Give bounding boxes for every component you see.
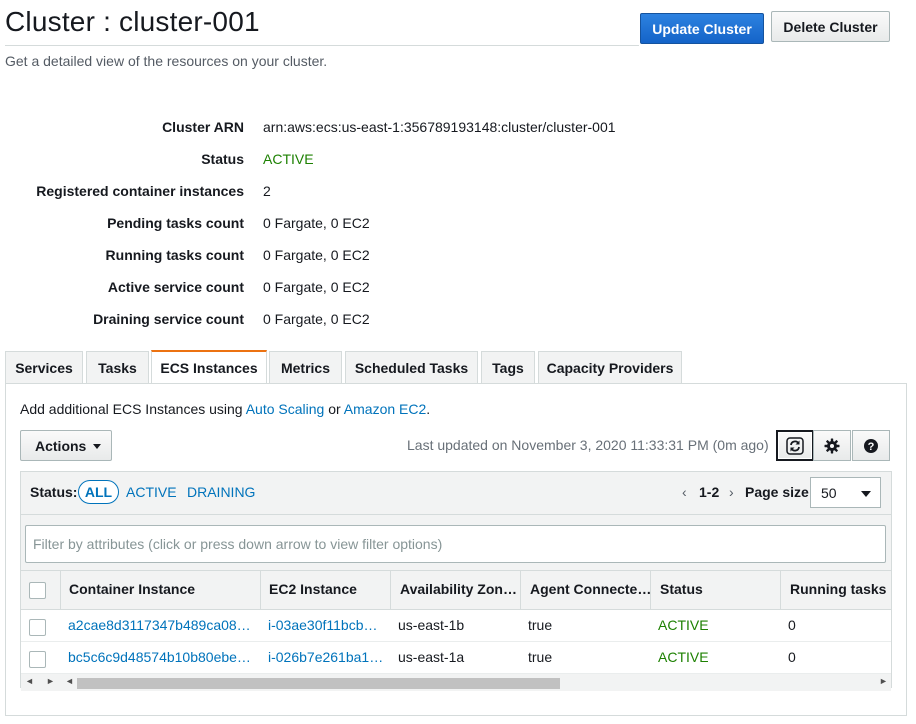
status-filter-active[interactable]: ACTIVE	[126, 484, 177, 500]
agent-connected-cell: true	[528, 617, 553, 633]
detail-value-active-services: 0 Fargate, 0 EC2	[263, 279, 370, 295]
column-header-running-tasks[interactable]: Running tasks c	[790, 581, 890, 597]
running-tasks-cell: 0	[788, 617, 796, 633]
page-title: Cluster : cluster-001	[5, 6, 260, 37]
column-divider	[390, 571, 391, 609]
scroll-right-icon[interactable]: ►	[46, 676, 55, 686]
settings-button[interactable]	[813, 430, 851, 461]
status-filter-all[interactable]: ALL	[78, 480, 119, 504]
header-divider	[5, 45, 639, 46]
agent-connected-cell: true	[528, 649, 553, 665]
tab-ecs-instances[interactable]: ECS Instances	[151, 350, 267, 384]
actions-dropdown[interactable]: Actions	[20, 430, 112, 461]
column-header-container-instance[interactable]: Container Instance	[69, 581, 195, 597]
detail-label: Running tasks count	[105, 247, 244, 263]
info-suffix: .	[426, 401, 431, 417]
page-size-value: 50	[821, 484, 837, 501]
detail-label: Pending tasks count	[107, 215, 244, 231]
column-divider	[650, 571, 651, 609]
detail-value-registered-instances: 2	[263, 183, 271, 199]
actions-label: Actions	[35, 437, 87, 454]
help-button[interactable]: ?	[852, 430, 890, 461]
pager-prev-icon[interactable]: ‹	[682, 484, 687, 500]
tab-tags[interactable]: Tags	[481, 351, 535, 383]
row-checkbox[interactable]	[29, 619, 46, 636]
status-cell: ACTIVE	[658, 649, 709, 665]
detail-value-draining-services: 0 Fargate, 0 EC2	[263, 311, 370, 327]
pager-range-text: 1-2	[699, 484, 720, 500]
update-cluster-button[interactable]: Update Cluster	[640, 13, 764, 44]
column-divider	[60, 571, 61, 609]
refresh-button[interactable]	[776, 430, 814, 461]
column-divider	[260, 571, 261, 609]
tab-capacity-providers[interactable]: Capacity Providers	[538, 351, 682, 383]
column-header-ec2-instance[interactable]: EC2 Instance	[269, 581, 357, 597]
detail-label: Draining service count	[93, 311, 244, 327]
scroll-left-icon[interactable]: ◄	[25, 676, 34, 686]
status-cell: ACTIVE	[658, 617, 709, 633]
filter-input[interactable]: Filter by attributes (click or press dow…	[25, 525, 886, 563]
column-divider	[520, 571, 521, 609]
refresh-icon	[786, 436, 804, 455]
status-filter-draining[interactable]: DRAINING	[187, 484, 255, 500]
detail-label: Registered container instances	[36, 183, 244, 199]
pager-range: 1-2	[699, 484, 719, 500]
pager-next-icon[interactable]: ›	[729, 484, 734, 500]
tab-metrics[interactable]: Metrics	[269, 351, 342, 383]
ec2-instance-link[interactable]: i-026b7e261ba1…	[268, 649, 383, 665]
running-tasks-cell: 0	[788, 649, 796, 665]
column-header-agent-connected[interactable]: Agent Connecte…	[530, 581, 651, 597]
detail-label: Status	[201, 151, 244, 167]
tab-scheduled-tasks[interactable]: Scheduled Tasks	[345, 351, 478, 383]
page-size-select[interactable]: 50	[810, 477, 881, 508]
last-updated-text: Last updated on November 3, 2020 11:33:3…	[407, 437, 769, 453]
tab-tasks[interactable]: Tasks	[86, 351, 149, 383]
column-divider	[780, 571, 781, 609]
detail-value-pending-tasks: 0 Fargate, 0 EC2	[263, 215, 370, 231]
help-icon: ?	[864, 438, 878, 453]
availability-zone-cell: us-east-1a	[398, 649, 465, 665]
info-text: Add additional ECS Instances using Auto …	[20, 401, 430, 417]
svg-text:?: ?	[868, 441, 875, 453]
scroll-right-icon[interactable]: ►	[879, 676, 888, 686]
scrollbar-thumb[interactable]	[77, 678, 560, 689]
availability-zone-cell: us-east-1b	[398, 617, 465, 633]
detail-value-arn: arn:aws:ecs:us-east-1:356789193148:clust…	[263, 119, 616, 135]
column-header-availability-zone[interactable]: Availability Zon…	[400, 581, 517, 597]
detail-label: Active service count	[107, 279, 244, 295]
detail-value-running-tasks: 0 Fargate, 0 EC2	[263, 247, 370, 263]
auto-scaling-link[interactable]: Auto Scaling	[246, 401, 325, 417]
gear-icon	[824, 438, 840, 453]
container-instance-link[interactable]: a2cae8d3117347b489ca08…	[68, 617, 251, 633]
divider	[21, 514, 891, 515]
delete-cluster-button[interactable]: Delete Cluster	[771, 11, 890, 42]
amazon-ec2-link[interactable]: Amazon EC2	[344, 401, 426, 417]
info-prefix: Add additional ECS Instances using	[20, 401, 246, 417]
tab-services[interactable]: Services	[5, 351, 83, 383]
row-checkbox[interactable]	[29, 651, 46, 668]
info-mid: or	[324, 401, 344, 417]
page-size-label: Page size	[745, 484, 809, 500]
caret-down-icon	[93, 443, 102, 449]
detail-label: Cluster ARN	[162, 119, 244, 135]
status-filter-label: Status:	[30, 484, 78, 500]
column-header-status[interactable]: Status	[660, 581, 703, 597]
detail-value-status: ACTIVE	[263, 151, 314, 167]
container-instance-link[interactable]: bc5c6c9d48574b10b80ebe…	[68, 649, 251, 665]
scroll-left-icon[interactable]: ◄	[65, 676, 74, 686]
page-subtitle: Get a detailed view of the resources on …	[5, 53, 328, 69]
select-all-checkbox[interactable]	[29, 582, 46, 599]
ec2-instance-link[interactable]: i-03ae30f11bcb…	[268, 617, 377, 633]
caret-down-icon	[861, 491, 871, 497]
